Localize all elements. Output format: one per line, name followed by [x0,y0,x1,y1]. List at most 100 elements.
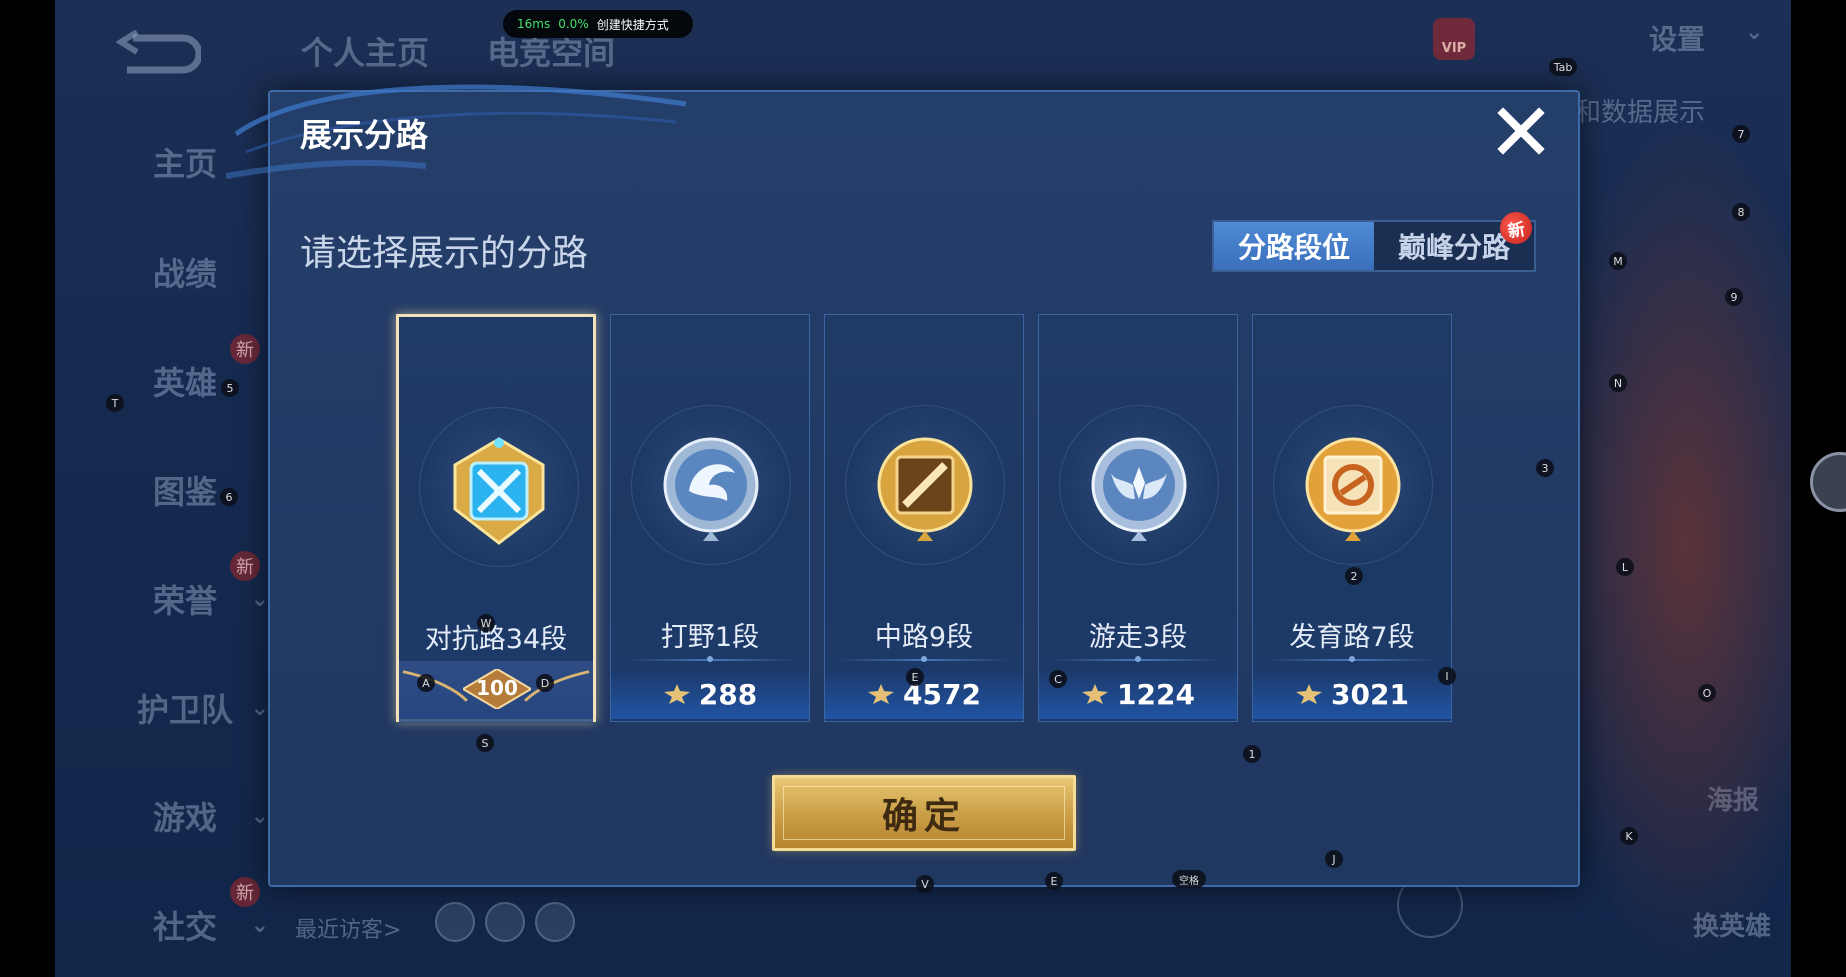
tab-lane-rank[interactable]: 分路段位 [1214,222,1374,270]
chevron-down-icon: ⌄ [250,695,269,721]
rank-star-icon [1082,684,1109,704]
new-badge: 新 [230,877,260,907]
chevron-down-icon[interactable]: ⌄ [1745,20,1763,45]
avatar[interactable] [435,902,475,942]
close-button[interactable] [1492,102,1550,160]
rank-star-icon [663,684,690,704]
key-hint: C [1049,670,1067,688]
peak-score: 100 [461,667,533,711]
key-hint: S [476,734,494,752]
back-arrow-icon[interactable] [113,30,201,74]
lane-card-mid[interactable]: 中路9段 4572 [824,314,1024,722]
lane-display-dialog: 展示分路 请选择展示的分路 分路段位 巅峰分路 新 对抗路34段 100 打野1… [226,84,1580,887]
sidebar-item-label: 战绩 [152,255,217,293]
vip-icon[interactable]: VIP [1433,18,1475,60]
divider [839,656,1009,662]
key-hint: 8 [1732,203,1750,221]
lane-score-value: 288 [698,677,758,711]
lane-card-roam[interactable]: 游走3段 1224 [1038,314,1238,722]
chevron-down-icon: ⌄ [250,803,269,829]
rank-star-icon [868,684,895,704]
tab-personal-home[interactable]: 个人主页 [301,28,429,74]
key-hint: M [1609,252,1627,270]
perf-overlay: 16ms 0.0% 创建快捷方式 [503,10,693,38]
rank-star-icon [1296,684,1323,704]
cpu-value: 0.0% [558,17,589,31]
key-hint: 空格 [1172,870,1206,888]
lane-score: 3021 [1253,669,1451,719]
lane-score-value: 1224 [1117,677,1195,711]
poster-button[interactable]: 海报 [1707,780,1759,817]
side-handle-icon[interactable] [1810,452,1846,512]
key-hint: I [1438,667,1456,685]
lane-score-value: 3021 [1331,677,1409,711]
title-ornament-icon [226,84,687,179]
chevron-down-icon: ⌄ [250,912,269,938]
peak-score-badge: 100 [399,661,593,723]
peak-score-value: 100 [476,676,518,700]
key-hint: A [417,674,435,692]
sidebar-item-label: 社交 [152,908,217,946]
lane-name: 中路9段 [874,622,974,653]
sword-emblem-icon [453,437,545,545]
data-display-link[interactable]: 和数据展示 [1575,92,1705,129]
lane-name: 对抗路34段 [424,624,568,655]
recent-visitors-link[interactable]: 最近访客> [295,912,401,944]
key-hint: Tab [1549,58,1577,76]
staff-emblem-icon [877,437,973,541]
divider [625,656,795,662]
avatar[interactable] [485,902,525,942]
dialog-title: 展示分路 [300,116,429,154]
key-hint: K [1620,827,1638,845]
select-prompt: 请选择展示的分路 [300,233,589,274]
key-hint: D [536,674,554,692]
sidebar-item-label: 主页 [152,145,217,183]
key-hint: 7 [1732,125,1750,143]
close-icon [1497,107,1545,155]
confirm-button[interactable]: 确定 [772,775,1076,851]
lane-card-top[interactable]: 对抗路34段 100 [396,314,596,723]
avatar[interactable] [535,902,575,942]
shortcut-button[interactable]: 创建快捷方式 [597,16,669,33]
key-hint: 1 [1243,745,1261,763]
divider [1053,656,1223,662]
lane-name: 打野1段 [660,622,760,653]
lane-name: 发育路7段 [1289,622,1415,653]
key-hint: V [916,875,934,893]
key-hint: N [1609,374,1627,392]
sidebar-item-codex[interactable]: 图鉴 [95,460,275,520]
key-hint: E [1045,872,1063,890]
lane-score: 1224 [1039,669,1237,719]
sidebar-item-label: 护卫队 [136,691,233,729]
key-hint: O [1698,684,1716,702]
latency-value: 16ms [517,17,551,31]
chevron-down-icon: ⌄ [250,586,269,612]
sidebar-item-guard[interactable]: 护卫队 ⌄ [95,678,275,738]
sidebar-item-label: 游戏 [152,799,217,837]
new-badge: 新 [230,551,260,581]
divider [1267,656,1437,662]
lane-score: 4572 [825,669,1023,719]
key-hint: E [906,668,924,686]
key-hint: W [477,614,495,632]
lane-card-farm[interactable]: 发育路7段 3021 [1252,314,1452,722]
key-hint: 2 [1345,567,1363,585]
key-hint: 6 [220,488,238,506]
sidebar-item-games[interactable]: 游戏 ⌄ [95,786,275,846]
sidebar-item-record[interactable]: 战绩 [95,242,275,302]
sidebar-item-label: 荣誉 [152,582,217,620]
lane-score: 288 [611,669,809,719]
key-hint: 3 [1536,459,1554,477]
key-hint: 5 [221,379,239,397]
lane-name: 游走3段 [1088,622,1188,653]
lane-card-jungle[interactable]: 打野1段 288 [610,314,810,722]
switch-hero-button[interactable]: 换英雄 [1693,906,1771,943]
sidebar-item-label: 英雄 [152,364,217,402]
lane-tabs: 分路段位 巅峰分路 新 [1212,209,1536,272]
dragon-emblem-icon [663,437,759,541]
settings-button[interactable]: 设置 [1649,18,1705,58]
key-hint: T [106,394,124,412]
s-emblem-icon [1305,437,1401,541]
lane-card-list: 对抗路34段 100 打野1段 288 中路9段 4572 游走3段 1224 … [396,314,1456,723]
key-hint: 9 [1725,288,1743,306]
